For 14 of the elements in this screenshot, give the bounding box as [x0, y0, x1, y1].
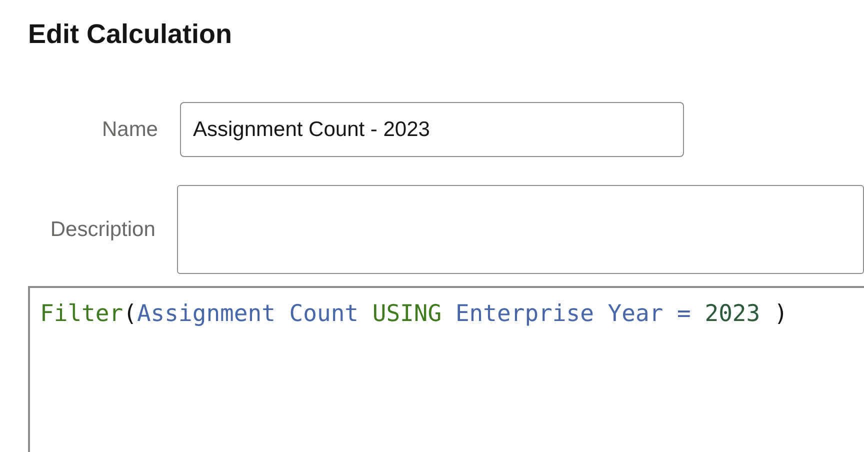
field-label: Name [100, 116, 158, 143]
code-token: ( [123, 301, 137, 327]
code-token: = [677, 301, 692, 327]
field-label: Description [49, 216, 156, 243]
dialog-title: Edit Calculation [28, 18, 234, 51]
code-token: USING [372, 301, 443, 327]
code-token: ) [774, 301, 788, 327]
code-token: 2023 [704, 301, 762, 327]
expression-editor[interactable]: Filter(Assignment Count USING Enterprise Year = 2023 ) [28, 286, 864, 452]
name-field[interactable]: Assignment Count - 2023 [180, 102, 684, 157]
code-token: Enterprise Year [455, 301, 664, 327]
description-field[interactable] [177, 185, 864, 274]
code-token: Assignment Count [136, 301, 360, 327]
code-token: Filter [40, 301, 124, 327]
